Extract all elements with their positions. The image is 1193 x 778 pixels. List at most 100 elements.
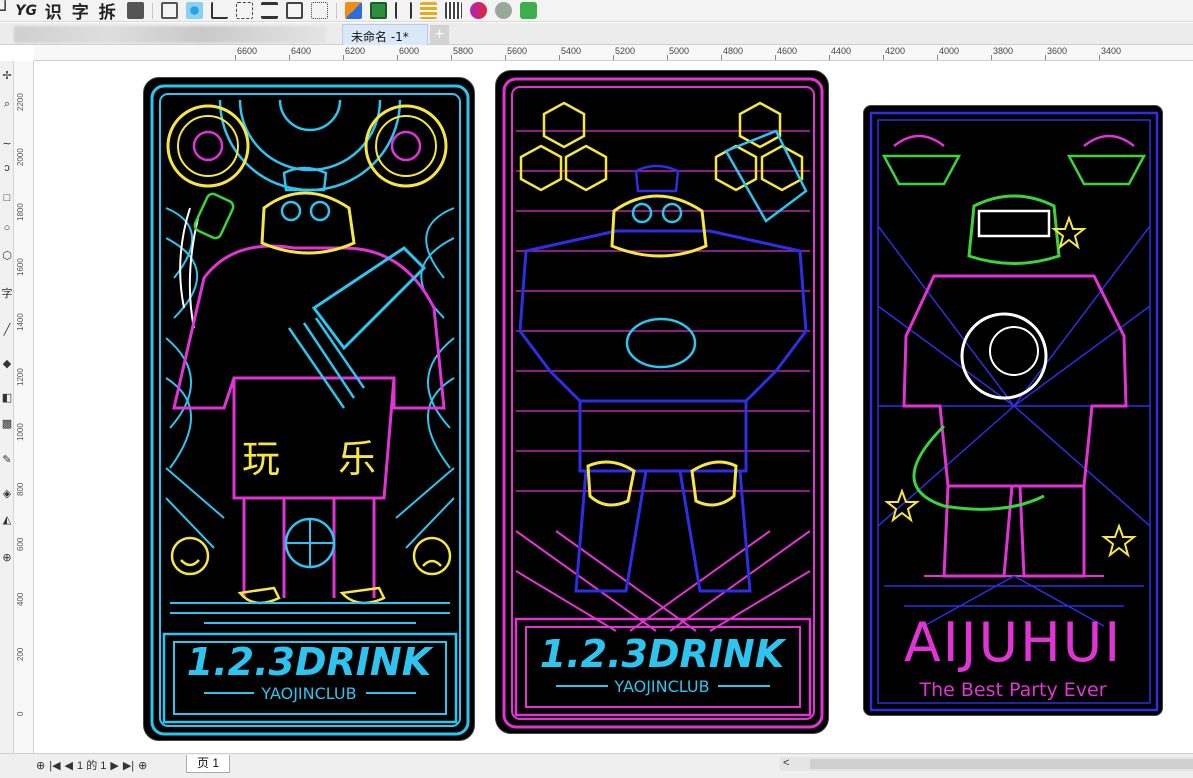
v-ruler-label: 400 [16, 592, 25, 606]
h-ruler-label: 5400 [561, 46, 582, 56]
h-ruler-label: 5000 [669, 46, 690, 56]
ellipse-tool-icon[interactable]: ○ [1, 221, 13, 235]
select-icon[interactable] [311, 2, 329, 19]
add-tab-button[interactable]: + [430, 25, 449, 44]
bezier-tool-icon[interactable]: ↄ [1, 161, 13, 175]
poster-1-char-joy: 乐 [337, 437, 376, 481]
document-tab-bar: 未命名 -1* + [0, 23, 1193, 45]
eyedropper-tool-icon[interactable]: ✎ [1, 453, 13, 467]
clipboard-icon[interactable] [127, 2, 145, 19]
text-button[interactable]: 字 [69, 1, 91, 23]
poster-card-2[interactable]: 1.2.3DRINK YAOJINCLUB [495, 70, 829, 734]
horizontal-scrollbar[interactable]: < [780, 757, 1193, 771]
poster-2-title: 1.2.3DRINK [539, 632, 785, 676]
text-tool-icon[interactable]: 字 [1, 287, 13, 301]
fill-tool-icon[interactable]: ◆ [1, 357, 13, 371]
poster-card-1[interactable]: 玩 乐 1.2.3DRINK YAOJINCLUB [143, 77, 475, 741]
interactive-fill-icon[interactable]: ◈ [1, 487, 13, 501]
zoom-tool-icon[interactable]: ⌕ [1, 97, 13, 111]
h-ruler-label: 6600 [237, 46, 258, 56]
page-tab[interactable]: 页 1 [186, 755, 231, 773]
h-ruler-label: 3400 [1101, 46, 1122, 56]
h-ruler-tick [505, 55, 506, 60]
toolbar-divider [152, 2, 154, 19]
v-ruler-label: 800 [16, 482, 25, 496]
split-button[interactable]: 拆 [96, 1, 118, 23]
rectangle-tool-icon[interactable]: □ [1, 191, 13, 205]
scroll-thumb[interactable] [810, 759, 1193, 769]
next-page-icon[interactable]: ▶ [110, 759, 118, 772]
freehand-tool-icon[interactable]: ∼ [1, 137, 13, 151]
toolbar-corner-icon[interactable]: ┘ [0, 1, 10, 21]
add-page-after-icon[interactable]: ⊕ [138, 759, 147, 772]
link-icon[interactable] [470, 2, 488, 19]
tab-document[interactable]: 未命名 -1* [342, 24, 428, 45]
h-ruler-tick [235, 55, 236, 60]
h-ruler-tick [613, 55, 614, 60]
grid-icon[interactable] [445, 2, 463, 19]
scroll-left-icon[interactable]: < [783, 757, 789, 769]
pick-tool-icon[interactable]: ✢ [1, 69, 13, 83]
brush-icon[interactable] [495, 2, 513, 19]
h-ruler-label: 5200 [615, 46, 636, 56]
distribute-icon[interactable] [261, 2, 279, 19]
h-ruler-label: 4800 [723, 46, 744, 56]
h-ruler-tick [289, 55, 290, 60]
yg-plugin-button[interactable]: YG [15, 1, 37, 21]
corel-window: ┘ YG 识 字 拆 未命名 -1* + 6600 6400 6200 6000 580… [0, 0, 1193, 778]
poster-1-subtitle: YAOJINCLUB [261, 684, 357, 703]
recognize-button[interactable]: 识 [42, 1, 64, 23]
add-page-before-icon[interactable]: ⊕ [36, 759, 45, 772]
arrange-icon[interactable] [345, 2, 363, 19]
text-frame-icon[interactable] [395, 2, 413, 19]
drawing-canvas[interactable]: 玩 乐 1.2.3DRINK YAOJINCLUB 1.2.3DRINK YAO… [35, 62, 1193, 752]
poster-2-subtitle: YAOJINCLUB [614, 677, 710, 696]
vertical-ruler[interactable]: 2200 2000 1800 1600 1400 1200 1000 800 600 400 200… [14, 61, 34, 771]
group-icon[interactable] [286, 2, 304, 19]
h-ruler-tick [721, 55, 722, 60]
v-ruler-label: 600 [16, 537, 25, 551]
h-ruler-tick [559, 55, 560, 60]
v-ruler-label: 0 [16, 711, 25, 716]
add-tool-icon[interactable]: ⊕ [1, 551, 13, 565]
polygon-tool-icon[interactable]: ⬡ [1, 249, 13, 263]
prev-page-icon[interactable]: ◀ [65, 759, 73, 772]
h-ruler-label: 4000 [939, 46, 960, 56]
pattern-icon[interactable] [186, 2, 204, 19]
v-ruler-label: 200 [16, 647, 25, 661]
shadow-tool-icon[interactable]: ◧ [1, 391, 13, 405]
toolbar-divider [336, 2, 338, 19]
list-icon[interactable] [420, 2, 438, 19]
poster-1-title: 1.2.3DRINK [186, 640, 432, 684]
horizontal-ruler[interactable]: 6600 6400 6200 6000 5800 5600 5400 5200 5000 4800… [34, 45, 1193, 61]
h-ruler-label: 5800 [453, 46, 474, 56]
line-tool-icon[interactable]: ╱ [1, 323, 13, 337]
first-page-icon[interactable]: |◀ [49, 759, 60, 772]
h-ruler-tick [343, 55, 344, 60]
curve-icon[interactable] [211, 2, 229, 19]
page-navigation-bar: ⊕ |◀ ◀ 1 的 1 ▶ ▶| ⊕ 页 1 < [0, 753, 1193, 778]
v-ruler-label: 1600 [16, 258, 25, 276]
h-ruler-label: 6200 [345, 46, 366, 56]
align-icon[interactable] [236, 2, 254, 19]
table-icon[interactable] [161, 2, 179, 19]
h-ruler-label: 4400 [831, 46, 852, 56]
h-ruler-label: 6000 [399, 46, 420, 56]
h-ruler-tick [937, 55, 938, 60]
smart-fill-icon[interactable]: ◭ [1, 513, 13, 527]
image-icon[interactable] [370, 2, 388, 19]
h-ruler-label: 4600 [777, 46, 798, 56]
blurred-tab-area [14, 26, 326, 43]
transparency-tool-icon[interactable]: ▩ [1, 417, 13, 431]
h-ruler-tick [1099, 55, 1100, 60]
h-ruler-tick [1045, 55, 1046, 60]
v-ruler-label: 1200 [16, 368, 25, 386]
h-ruler-label: 6400 [291, 46, 312, 56]
last-page-icon[interactable]: ▶| [123, 759, 134, 772]
poster-card-3[interactable]: AIJUHUI The Best Party Ever [863, 105, 1163, 716]
poster-3-subtitle: The Best Party Ever [919, 679, 1107, 701]
plugin-icon[interactable] [520, 2, 538, 19]
v-ruler-label: 1800 [16, 203, 25, 221]
page-navigator: ⊕ |◀ ◀ 1 的 1 ▶ ▶| ⊕ [36, 757, 147, 773]
v-ruler-label: 1400 [16, 313, 25, 331]
